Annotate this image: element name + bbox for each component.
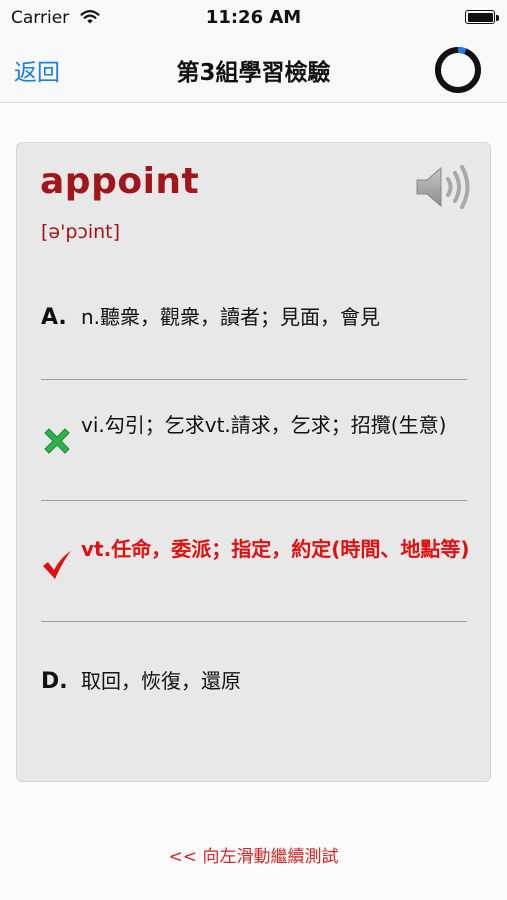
option-a[interactable]: A. n.聽衆，觀衆，讀者；見面，會見 xyxy=(41,303,467,343)
option-a-text: n.聽衆，觀衆，讀者；見面，會見 xyxy=(81,305,381,329)
status-bar: Carrier 11:26 AM xyxy=(0,0,507,36)
option-a-marker: A. xyxy=(41,305,67,330)
divider xyxy=(41,500,467,501)
nav-bar: 返回 第3組學習檢驗 xyxy=(0,36,507,103)
wrong-cross-icon xyxy=(44,428,70,454)
speaker-icon[interactable] xyxy=(414,163,476,211)
option-b-text: vi.勾引；乞求vt.請求，乞求；招攬(生意) xyxy=(81,413,447,437)
battery-icon xyxy=(465,10,499,24)
timer-ring-icon xyxy=(435,47,481,93)
page-title: 第3組學習檢驗 xyxy=(176,60,331,86)
option-b[interactable]: vi.勾引；乞求vt.請求，乞求；招攬(生意) xyxy=(41,411,467,471)
swipe-hint: << 向左滑動繼續測試 xyxy=(168,847,339,867)
divider xyxy=(41,379,467,380)
vocab-word: appoint xyxy=(40,161,200,202)
quiz-card: appoint [ə'pɔint] A. n.聽衆，觀衆，讀者；見面，會見 vi… xyxy=(16,142,491,782)
option-d-text: 取回，恢復，還原 xyxy=(81,669,241,693)
option-c[interactable]: vt.任命，委派；指定，約定(時間、地點等) xyxy=(41,535,469,595)
phonetic: [ə'pɔint] xyxy=(41,221,121,243)
screen: Carrier 11:26 AM 返回 第3組學習檢驗 appoint [ə'p… xyxy=(0,0,507,900)
status-time: 11:26 AM xyxy=(205,7,302,28)
correct-check-icon xyxy=(43,551,71,579)
divider xyxy=(41,621,467,622)
option-d[interactable]: D. 取回，恢復，還原 xyxy=(41,667,467,707)
option-d-marker: D. xyxy=(41,669,68,694)
option-c-text: vt.任命，委派；指定，約定(時間、地點等) xyxy=(81,537,470,561)
